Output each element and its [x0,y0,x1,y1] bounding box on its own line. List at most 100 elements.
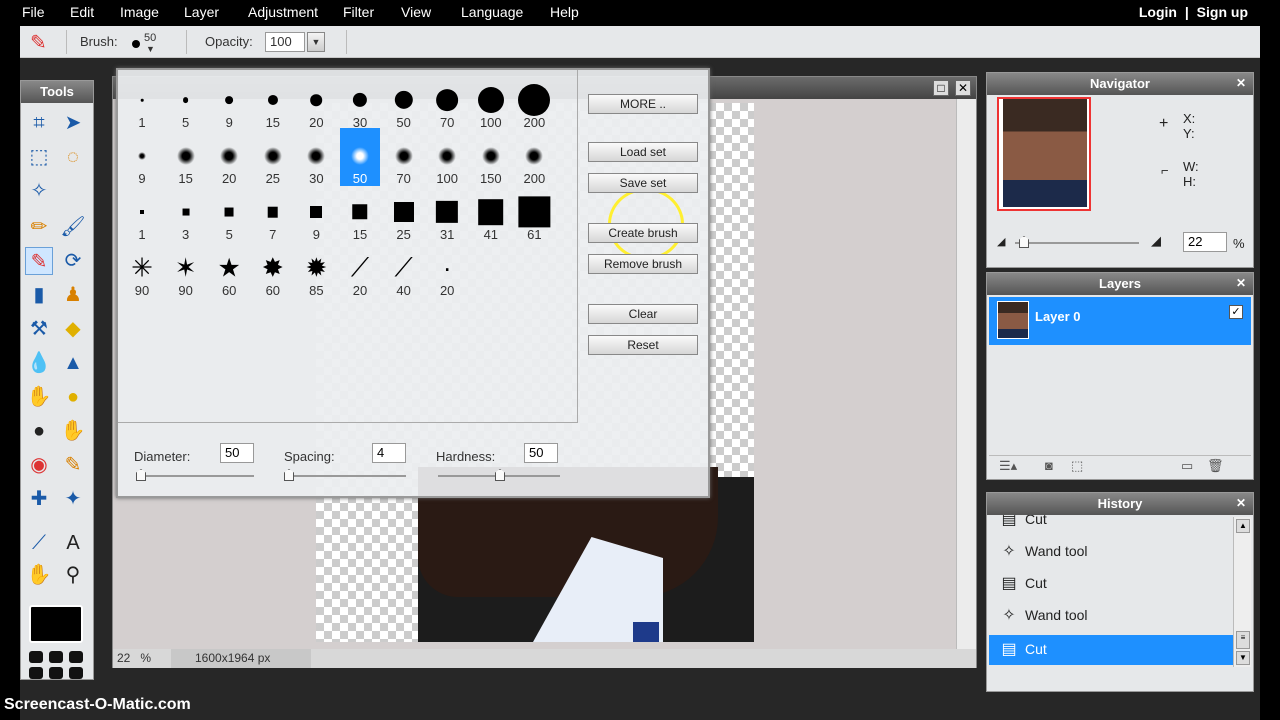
brush-preset[interactable]: 15 [166,128,206,186]
color-picker-icon[interactable]: ⟋ [25,529,53,557]
pattern-icon[interactable] [49,667,63,679]
text-icon[interactable]: A [59,529,87,557]
layer-settings-icon[interactable]: ⬚ [1071,458,1083,474]
layer-mask-icon[interactable]: ◙ [1045,458,1053,473]
scroll-thumb[interactable]: ≡ [1236,631,1250,649]
shape-icon[interactable]: ◆ [59,315,87,343]
brush-preset[interactable]: 150 [471,128,511,186]
brush-preset[interactable]: 30 [296,128,336,186]
menu-filter[interactable]: Filter [343,4,374,20]
history-item[interactable]: ✧ Wand tool [989,537,1233,567]
brush-preset[interactable]: 200 [514,128,554,186]
brush-preset[interactable]: 20 [296,72,336,130]
brush-preset[interactable]: 25 [253,128,293,186]
brush-icon[interactable]: 🖌 [59,213,87,241]
crop-icon[interactable]: ⌗ [25,109,53,137]
replace-color-icon[interactable]: ⟳ [59,247,87,275]
load-set-button[interactable]: Load set [588,142,698,162]
brush-preset-selected[interactable]: 50 [340,128,380,186]
brush-preset[interactable]: 200 [514,72,554,130]
menu-layer[interactable]: Layer [184,4,219,20]
remove-brush-button[interactable]: Remove brush [588,254,698,274]
brush-preset[interactable]: 9 [209,72,249,130]
brush-preset[interactable]: ✸ 60 [253,240,293,299]
brush-preset[interactable]: 70 [427,72,467,130]
eraser-tool-icon[interactable]: ✎ [25,247,53,275]
more-brushes-button[interactable]: MORE .. [588,94,698,114]
close-icon[interactable]: ✕ [1234,496,1248,510]
menu-help[interactable]: Help [550,4,579,20]
brush-preset[interactable]: 50 [384,72,424,130]
brush-preset[interactable]: 3 [166,184,206,242]
opacity-dropdown-button[interactable]: ▼ [307,32,325,52]
zoom-value[interactable]: 22 [117,651,130,665]
brush-preset[interactable]: 1 [122,184,162,242]
spacing-slider-track[interactable] [286,475,406,477]
diameter-input[interactable]: 50 [220,443,254,463]
scroll-up-icon[interactable]: ▲ [1236,519,1250,533]
dodge-icon[interactable]: ✋ [59,417,87,445]
menu-file[interactable]: File [22,4,45,20]
brush-preset[interactable]: 70 [384,128,424,186]
scroll-down-icon[interactable]: ▼ [1236,651,1250,665]
brush-preset[interactable]: 100 [471,72,511,130]
menu-view[interactable]: View [401,4,431,20]
color-replace-icon[interactable]: ⚒ [25,315,53,343]
hardness-slider-thumb[interactable] [495,469,505,481]
brush-preset[interactable]: 15 [340,184,380,242]
pattern-icon[interactable] [29,651,43,663]
clear-button[interactable]: Clear [588,304,698,324]
brush-preset[interactable]: ✹ 85 [296,240,336,299]
spacing-slider-thumb[interactable] [284,469,294,481]
brush-preset[interactable]: 5 [166,72,206,130]
close-icon[interactable]: ✕ [1234,276,1248,290]
brush-preset[interactable]: 7 [253,184,293,242]
navigator-thumbnail[interactable] [997,97,1091,211]
bloat-icon[interactable]: ✚ [25,485,53,513]
brush-preset[interactable]: 15 [253,72,293,130]
navigator-zoom-track[interactable] [1015,242,1139,244]
layer-row[interactable]: Layer 0 ✓ [989,297,1251,345]
delete-layer-icon[interactable]: 🗑 [1207,458,1224,474]
magic-wand-icon[interactable]: ✧ [25,177,53,205]
brush-preset[interactable]: 31 [427,184,467,242]
menu-language[interactable]: Language [461,4,523,20]
menu-image[interactable]: Image [120,4,159,20]
maximize-icon[interactable]: □ [933,80,949,96]
reset-button[interactable]: Reset [588,335,698,355]
pattern-icon[interactable] [29,667,43,679]
brush-preset[interactable]: 25 [384,184,424,242]
new-layer-icon[interactable]: ▭ [1181,458,1193,474]
move-icon[interactable]: ➤ [59,109,87,137]
brush-preset[interactable]: ✳ 90 [122,240,162,299]
navigator-zoom-input[interactable]: 22 [1183,232,1227,252]
marquee-icon[interactable]: ⬚ [25,143,53,171]
menu-adjustment[interactable]: Adjustment [248,4,318,20]
brush-preset[interactable]: ⟋ 40 [384,240,424,298]
zoom-out-icon[interactable]: ◢ [997,235,1005,248]
drop-icon[interactable]: 💧 [25,349,53,377]
stamp-icon[interactable]: ♟ [59,281,87,309]
brush-preset[interactable]: 20 [209,128,249,186]
history-item[interactable]: ✧ Wand tool [989,601,1233,631]
zoom-in-icon[interactable]: ◢ [1151,233,1161,249]
brush-preset[interactable]: 61 [514,184,554,242]
history-item[interactable]: ▤ Cut [989,569,1233,599]
navigator-zoom-thumb[interactable] [1019,236,1029,248]
brush-picker[interactable]: 50 ▼ [122,30,164,54]
vertical-scrollbar[interactable] [956,99,976,649]
create-brush-button[interactable]: Create brush [588,223,698,243]
pinch-icon[interactable]: ✦ [59,485,87,513]
burn-icon[interactable]: ● [25,417,53,445]
lasso-icon[interactable]: ◌ [59,143,87,171]
history-item-selected[interactable]: ▤ Cut [989,635,1233,665]
zoom-icon[interactable]: ⚲ [59,561,87,589]
close-icon[interactable]: ✕ [955,80,971,96]
pattern-icon[interactable] [49,651,63,663]
sponge-icon[interactable]: ● [59,383,87,411]
brush-preset[interactable]: ✶ 90 [166,240,206,299]
brush-preset[interactable]: 30 [340,72,380,130]
diameter-slider-thumb[interactable] [136,469,146,481]
save-set-button[interactable]: Save set [588,173,698,193]
smudge-icon[interactable]: ✋ [25,383,53,411]
